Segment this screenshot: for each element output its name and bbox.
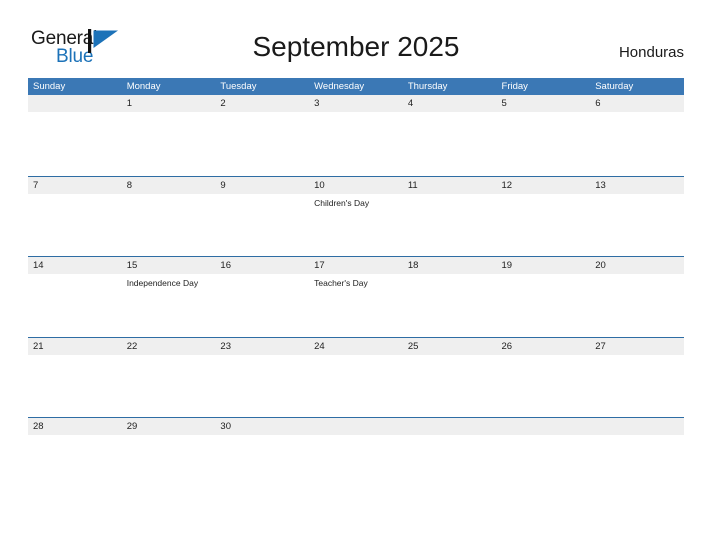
day-number[interactable]: 7: [28, 177, 122, 194]
calendar-week-row: 7 8 9 10 11 12 13 Children's Day: [28, 175, 684, 257]
day-number[interactable]: 1: [122, 95, 216, 112]
day-number[interactable]: 12: [497, 177, 591, 194]
day-event: [497, 112, 591, 174]
day-number[interactable]: 3: [309, 95, 403, 112]
day-number[interactable]: 10: [309, 177, 403, 194]
day-number[interactable]: 16: [215, 257, 309, 274]
day-event: Independence Day: [126, 278, 199, 288]
day-event: [215, 435, 309, 497]
day-event: [215, 194, 309, 256]
page-title: September 2025: [252, 31, 460, 62]
weekday-thursday: Thursday: [407, 81, 448, 92]
day-event: [215, 274, 309, 336]
day-number[interactable]: 6: [590, 95, 684, 112]
day-event: [309, 112, 403, 174]
weekday-saturday: Saturday: [595, 81, 634, 92]
weekday-friday: Friday: [501, 81, 528, 92]
day-event: [28, 194, 122, 256]
day-event: [497, 194, 591, 256]
day-event: [403, 274, 497, 336]
day-event: [215, 355, 309, 417]
day-event: [590, 355, 684, 417]
weekday-tuesday: Tuesday: [220, 81, 257, 92]
day-event-band: [28, 435, 684, 497]
day-number[interactable]: 28: [28, 418, 122, 435]
day-number-band: 28 29 30: [28, 418, 684, 435]
day-event: [122, 194, 216, 256]
day-number[interactable]: 22: [122, 338, 216, 355]
day-number[interactable]: 26: [497, 338, 591, 355]
day-event: [215, 112, 309, 174]
day-event: [497, 274, 591, 336]
day-number[interactable]: 29: [122, 418, 216, 435]
day-event: [590, 112, 684, 174]
day-number[interactable]: 13: [590, 177, 684, 194]
page-header: General Blue September 2025 Honduras: [0, 0, 712, 76]
day-number[interactable]: 14: [28, 257, 122, 274]
calendar-week-row: 14 15 16 17 18 19 20 Independence Day Te…: [28, 256, 684, 337]
day-event-band: Children's Day: [28, 193, 684, 256]
day-event: [122, 355, 216, 417]
weekday-sunday: Sunday: [33, 81, 66, 92]
calendar-page: General Blue September 2025 Honduras Sun…: [0, 0, 712, 550]
day-number-band: 7 8 9 10 11 12 13: [28, 176, 684, 194]
day-event: [309, 435, 403, 497]
day-event: [403, 112, 497, 174]
day-number[interactable]: 18: [403, 257, 497, 274]
calendar-week-row: 21 22 23 24 25 26 27: [28, 336, 684, 418]
day-number[interactable]: 5: [497, 95, 591, 112]
day-number[interactable]: [497, 418, 591, 435]
day-event: [28, 435, 122, 497]
day-event: [28, 112, 122, 174]
day-number[interactable]: 30: [215, 418, 309, 435]
day-event: [309, 355, 403, 417]
day-event-band: [28, 354, 684, 417]
weekday-monday: Monday: [126, 81, 161, 92]
day-event: [590, 435, 684, 497]
day-number[interactable]: 8: [122, 177, 216, 194]
day-number[interactable]: [403, 418, 497, 435]
day-number-band: 21 22 23 24 25 26 27: [28, 337, 684, 355]
day-event: [28, 355, 122, 417]
day-event: [28, 274, 122, 336]
day-event: [497, 435, 591, 497]
day-event: [122, 435, 216, 497]
day-number[interactable]: 9: [215, 177, 309, 194]
day-event: [590, 274, 684, 336]
day-number[interactable]: 11: [403, 177, 497, 194]
country-label: Honduras: [618, 44, 684, 61]
day-event-band: Independence Day Teacher's Day: [28, 274, 684, 336]
calendar-week-row: 28 29 30: [28, 417, 684, 498]
day-event: [497, 355, 591, 417]
weekday-wednesday: Wednesday: [314, 81, 365, 92]
day-event-band: [28, 112, 684, 174]
day-number[interactable]: 2: [215, 95, 309, 112]
day-event: [403, 435, 497, 497]
day-number[interactable]: 27: [590, 338, 684, 355]
day-number[interactable]: 21: [28, 338, 122, 355]
day-number[interactable]: 24: [309, 338, 403, 355]
day-event: [403, 355, 497, 417]
day-number-band: 14 15 16 17 18 19 20: [28, 257, 684, 274]
day-number[interactable]: 15: [122, 257, 216, 274]
day-event: [403, 194, 497, 256]
day-number[interactable]: 23: [215, 338, 309, 355]
day-event: [590, 194, 684, 256]
day-event: [122, 112, 216, 174]
day-number[interactable]: 4: [403, 95, 497, 112]
day-number-band: 1 2 3 4 5 6: [28, 95, 684, 112]
day-event: Teacher's Day: [314, 278, 368, 288]
day-number[interactable]: 17: [309, 257, 403, 274]
day-number[interactable]: [590, 418, 684, 435]
day-event: Children's Day: [314, 197, 370, 208]
day-number[interactable]: 19: [497, 257, 591, 274]
day-number[interactable]: 20: [590, 257, 684, 274]
day-number[interactable]: [28, 95, 122, 112]
calendar-grid: Sunday Monday Tuesday Wednesday Thursday…: [28, 78, 684, 498]
weekday-header-row: Sunday Monday Tuesday Wednesday Thursday…: [28, 78, 684, 95]
calendar-week-row: 1 2 3 4 5 6: [28, 95, 684, 176]
day-number[interactable]: 25: [403, 338, 497, 355]
day-number[interactable]: [309, 418, 403, 435]
